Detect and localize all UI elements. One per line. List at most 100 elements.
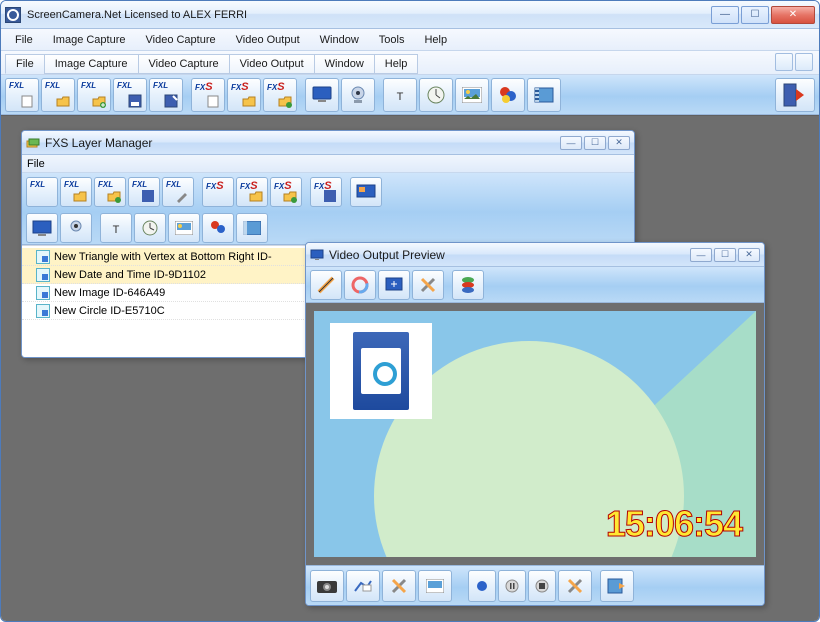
fxs-tb-fxs-new[interactable]: FXS xyxy=(202,177,234,207)
fxs-tb-video[interactable] xyxy=(236,213,268,243)
webcam-source-button[interactable] xyxy=(341,78,375,112)
stop-button[interactable] xyxy=(528,570,556,602)
fxs-tb-shapes[interactable] xyxy=(202,213,234,243)
main-menubar: File Image Capture Video Capture Video O… xyxy=(1,29,819,51)
fxs-tb-fxl-new[interactable]: FXL xyxy=(26,177,58,207)
fxs-tb-fxl-open[interactable]: FXL xyxy=(60,177,92,207)
tab-help[interactable]: Help xyxy=(374,54,419,74)
fxl-open-folder-button[interactable]: FXL xyxy=(41,78,75,112)
video-preview-window[interactable]: Video Output Preview — ☐ ✕ xyxy=(305,242,765,606)
preview-canvas: 15:06:54 xyxy=(314,311,756,557)
preview-image-layer xyxy=(330,323,432,419)
export-video-button[interactable] xyxy=(600,570,634,602)
fxs-open-button[interactable]: FXS xyxy=(227,78,261,112)
tab-video-output[interactable]: Video Output xyxy=(229,54,315,74)
snapshot-button[interactable] xyxy=(310,570,344,602)
layers-icon xyxy=(26,136,40,150)
fxs-tb-fxs-save[interactable]: FXS xyxy=(310,177,342,207)
fxs-add-button[interactable]: FXS xyxy=(263,78,297,112)
video-layer-button[interactable] xyxy=(527,78,561,112)
email-button[interactable] xyxy=(346,570,380,602)
app-main-window: ScreenCamera.Net Licensed to ALEX FERRI … xyxy=(0,0,820,622)
fxs-tb-fxs-open[interactable]: FXS xyxy=(236,177,268,207)
fxl-saveas-button[interactable]: FXL xyxy=(149,78,183,112)
fxs-tb-fxs-add[interactable]: FXS xyxy=(270,177,302,207)
app-icon xyxy=(5,7,21,23)
fxl-new-button[interactable]: FXL xyxy=(5,78,39,112)
tab-image-capture[interactable]: Image Capture xyxy=(44,54,139,74)
preview-close-button[interactable]: ✕ xyxy=(738,248,760,262)
ribbon-opt2-button[interactable] xyxy=(795,53,813,71)
fxs-tb-fxl-save[interactable]: FXL xyxy=(128,177,160,207)
fxl-save-button[interactable]: FXL xyxy=(113,78,147,112)
menu-help[interactable]: Help xyxy=(414,32,457,48)
record-settings-button[interactable] xyxy=(558,570,592,602)
image-save-button[interactable] xyxy=(418,570,452,602)
fxs-tb-webcam[interactable] xyxy=(60,213,92,243)
preview-top-toolbar xyxy=(306,267,764,303)
preview-minimize-button[interactable]: — xyxy=(690,248,712,262)
svg-text:T: T xyxy=(397,91,404,103)
pause-button[interactable] xyxy=(498,570,526,602)
minimize-button[interactable]: — xyxy=(711,6,739,24)
shapes-layer-button[interactable] xyxy=(491,78,525,112)
preview-title: Video Output Preview xyxy=(329,248,690,262)
fxs-tb-image[interactable] xyxy=(168,213,200,243)
fxs-toolbar: FXL FXL FXL FXL FXL FXS FXS FXS FXS xyxy=(22,173,634,245)
fxs-minimize-button[interactable]: — xyxy=(560,136,582,150)
main-title: ScreenCamera.Net Licensed to ALEX FERRI xyxy=(27,9,711,21)
preview-tb-settings[interactable] xyxy=(412,270,444,300)
menu-image-capture[interactable]: Image Capture xyxy=(43,32,136,48)
preview-tb-ruler[interactable] xyxy=(310,270,342,300)
fxl-folder-add-button[interactable]: FXL xyxy=(77,78,111,112)
fxs-close-button[interactable]: ✕ xyxy=(608,136,630,150)
layer-icon xyxy=(36,286,50,300)
fxs-maximize-button[interactable]: ☐ xyxy=(584,136,606,150)
preview-maximize-button[interactable]: ☐ xyxy=(714,248,736,262)
tab-video-capture[interactable]: Video Capture xyxy=(138,54,230,74)
ribbon-tabbar: File Image Capture Video Capture Video O… xyxy=(1,51,819,75)
tab-file[interactable]: File xyxy=(5,54,45,74)
fxs-titlebar[interactable]: FXS Layer Manager — ☐ ✕ xyxy=(22,131,634,155)
ribbon-opt1-button[interactable] xyxy=(775,53,793,71)
menu-file[interactable]: File xyxy=(5,32,43,48)
screen-source-button[interactable] xyxy=(305,78,339,112)
fxs-new-button[interactable]: FXS xyxy=(191,78,225,112)
exit-button[interactable] xyxy=(775,78,815,112)
main-toolbar: FXL FXL FXL FXL FXL FXS FXS FXS T xyxy=(1,75,819,115)
preview-time-overlay: 15:06:54 xyxy=(606,503,742,545)
text-layer-button[interactable]: T xyxy=(383,78,417,112)
mdi-workspace: FXS Layer Manager — ☐ ✕ File FXL FXL FXL… xyxy=(1,115,819,621)
fxs-tb-preview[interactable] xyxy=(350,177,382,207)
maximize-button[interactable]: ☐ xyxy=(741,6,769,24)
close-button[interactable]: ✕ xyxy=(771,6,815,24)
fxs-tb-screen[interactable] xyxy=(26,213,58,243)
main-titlebar[interactable]: ScreenCamera.Net Licensed to ALEX FERRI … xyxy=(1,1,819,29)
preview-titlebar[interactable]: Video Output Preview — ☐ ✕ xyxy=(306,243,764,267)
settings-button[interactable] xyxy=(382,570,416,602)
fxs-tb-clock[interactable] xyxy=(134,213,166,243)
fxs-tb-fxl-add[interactable]: FXL xyxy=(94,177,126,207)
menu-video-output[interactable]: Video Output xyxy=(226,32,310,48)
fxs-menubar: File xyxy=(22,155,634,173)
preview-bottom-toolbar xyxy=(306,565,764,605)
menu-video-capture[interactable]: Video Capture xyxy=(136,32,226,48)
menu-tools[interactable]: Tools xyxy=(369,32,415,48)
layer-icon xyxy=(36,250,50,264)
preview-tb-color[interactable] xyxy=(344,270,376,300)
preview-tb-fit[interactable] xyxy=(378,270,410,300)
window-buttons: — ☐ ✕ xyxy=(711,6,815,24)
clock-layer-button[interactable] xyxy=(419,78,453,112)
fxs-tb-fxl-edit[interactable]: FXL xyxy=(162,177,194,207)
layer-icon xyxy=(36,304,50,318)
preview-tb-db[interactable] xyxy=(452,270,484,300)
record-button[interactable] xyxy=(468,570,496,602)
tab-window[interactable]: Window xyxy=(314,54,375,74)
layer-icon xyxy=(36,268,50,282)
fxs-title: FXS Layer Manager xyxy=(45,136,560,150)
fxs-tb-text[interactable]: T xyxy=(100,213,132,243)
image-layer-button[interactable] xyxy=(455,78,489,112)
monitor-icon xyxy=(310,248,324,262)
fxs-menu-file[interactable]: File xyxy=(27,158,45,170)
menu-window[interactable]: Window xyxy=(310,32,369,48)
